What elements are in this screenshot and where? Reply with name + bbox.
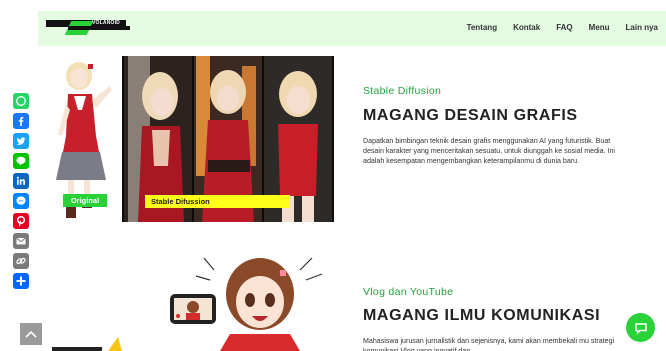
scroll-to-top-button[interactable] [20, 323, 42, 345]
logo-text: VOLANOID [92, 20, 120, 26]
page: VOLANOID Tentang Kontak FAQ Menu Lain ny… [0, 0, 666, 351]
linkedin-icon[interactable] [13, 173, 29, 189]
chat-icon [634, 322, 647, 335]
decorative-graphic [52, 337, 122, 351]
section2-title: MAGANG ILMU KOMUNIKASI [363, 307, 601, 324]
line-icon[interactable] [13, 153, 29, 169]
vlog-character-image [150, 250, 330, 351]
pinterest-icon[interactable] [13, 213, 29, 229]
chevron-up-icon [25, 330, 37, 338]
share-bar [13, 93, 31, 293]
site-logo[interactable]: VOLANOID [46, 20, 130, 37]
messenger-icon[interactable] [13, 193, 29, 209]
chat-button[interactable] [626, 313, 655, 342]
label-stable-diffusion: Stable Difussion [145, 195, 290, 208]
section1-description: Dapatkan bimbingan teknik desain grafis … [363, 137, 615, 165]
section1-title: MAGANG DESAIN GRAFIS [363, 107, 578, 124]
site-header: VOLANOID Tentang Kontak FAQ Menu Lain ny… [38, 11, 666, 46]
nav-item-lainnya[interactable]: Lain nya [626, 23, 658, 32]
twitter-icon[interactable] [13, 133, 29, 149]
section2-kicker: Vlog dan YouTube [363, 286, 454, 298]
main-nav: Tentang Kontak FAQ Menu Lain nya [451, 23, 658, 32]
nav-item-faq[interactable]: FAQ [556, 23, 572, 32]
whatsapp-icon[interactable] [13, 93, 29, 109]
facebook-icon[interactable] [13, 113, 29, 129]
email-icon[interactable] [13, 233, 29, 249]
section2-description: Mahasiswa jurusan jurnalistik dan sejeni… [363, 337, 615, 351]
nav-item-kontak[interactable]: Kontak [513, 23, 540, 32]
nav-item-menu[interactable]: Menu [589, 23, 610, 32]
nav-item-tentang[interactable]: Tentang [467, 23, 498, 32]
section1-kicker: Stable Diffusion [363, 85, 442, 97]
copy-link-icon[interactable] [13, 253, 29, 269]
label-original: Original [63, 194, 107, 207]
share-plus-icon[interactable] [13, 273, 29, 289]
